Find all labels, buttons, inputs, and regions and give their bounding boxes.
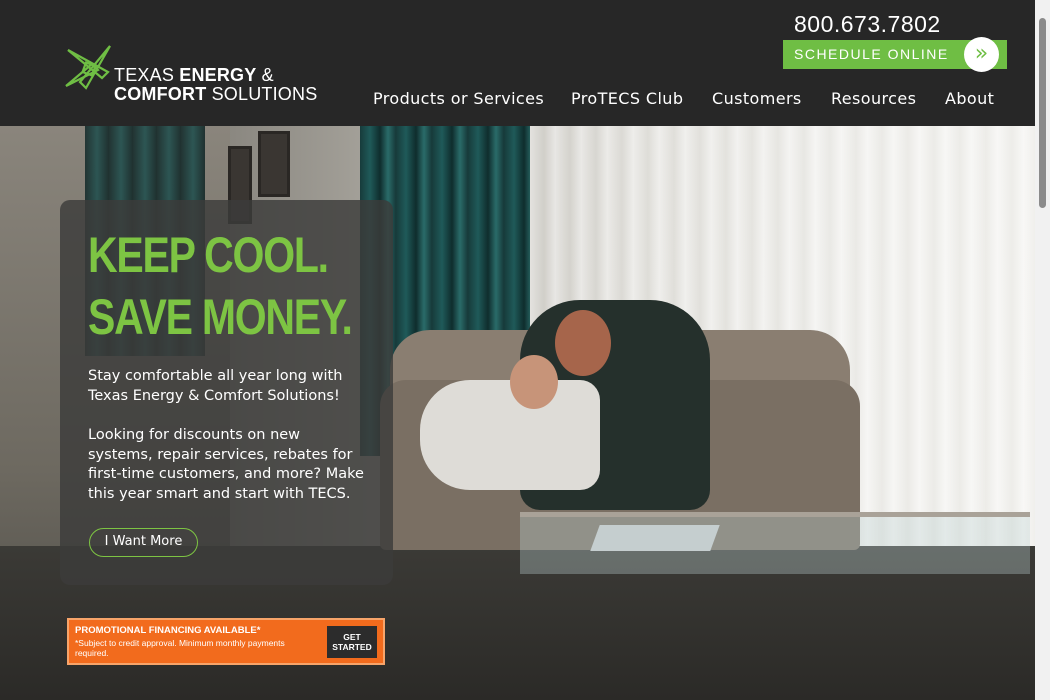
site-header: TEXAS ENERGY & COMFORT SOLUTIONS 800.673… — [0, 0, 1035, 126]
schedule-online-label: SCHEDULE ONLINE — [794, 46, 949, 62]
nav-resources[interactable]: Resources — [831, 89, 916, 108]
i-want-more-button[interactable]: I Want More — [89, 528, 198, 557]
logo-word-texas: TEXAS — [114, 65, 175, 85]
get-started-line1: GET — [343, 632, 361, 642]
woman-figure — [420, 380, 600, 490]
man-head — [555, 310, 611, 376]
logo-word-solutions: SOLUTIONS — [211, 84, 318, 104]
scrollbar-thumb[interactable] — [1039, 18, 1046, 208]
hero-headline-line1: KEEP COOL. — [88, 227, 329, 283]
wall-frame — [258, 131, 290, 197]
page-scrollbar[interactable] — [1035, 0, 1050, 700]
logo-mark-icon — [65, 45, 111, 90]
nav-about[interactable]: About — [945, 89, 994, 108]
promo-financing-banner[interactable]: PROMOTIONAL FINANCING AVAILABLE* *Subjec… — [67, 618, 385, 665]
logo-ampersand: & — [261, 65, 274, 85]
nav-customers[interactable]: Customers — [712, 89, 802, 108]
hero-paragraph-1: Stay comfortable all year long with Texa… — [88, 368, 343, 404]
logo[interactable]: TEXAS ENERGY & COMFORT SOLUTIONS — [62, 42, 322, 104]
phone-number-link[interactable]: 800.673.7802 — [794, 11, 941, 38]
nav-products-or-services[interactable]: Products or Services — [373, 89, 544, 108]
hero-headline-line2: SAVE MONEY. — [88, 289, 353, 345]
hero-paragraph-2: Looking for discounts on new systems, re… — [88, 427, 364, 503]
get-started-line2: STARTED — [332, 642, 372, 652]
nav-protecs-club[interactable]: ProTECS Club — [571, 89, 683, 108]
logo-word-energy: ENERGY — [179, 65, 257, 85]
logo-word-comfort: COMFORT — [114, 84, 207, 104]
glass-table — [520, 512, 1030, 574]
double-chevron-right-icon: » — [964, 37, 999, 72]
promo-subtitle: *Subject to credit approval. Minimum mon… — [75, 638, 285, 658]
get-started-button[interactable]: GET STARTED — [327, 626, 377, 658]
promo-title: PROMOTIONAL FINANCING AVAILABLE* — [75, 625, 261, 636]
schedule-online-button[interactable]: SCHEDULE ONLINE » — [783, 37, 1007, 72]
logo-text: TEXAS ENERGY & COMFORT SOLUTIONS — [114, 66, 317, 104]
woman-head — [510, 355, 558, 409]
